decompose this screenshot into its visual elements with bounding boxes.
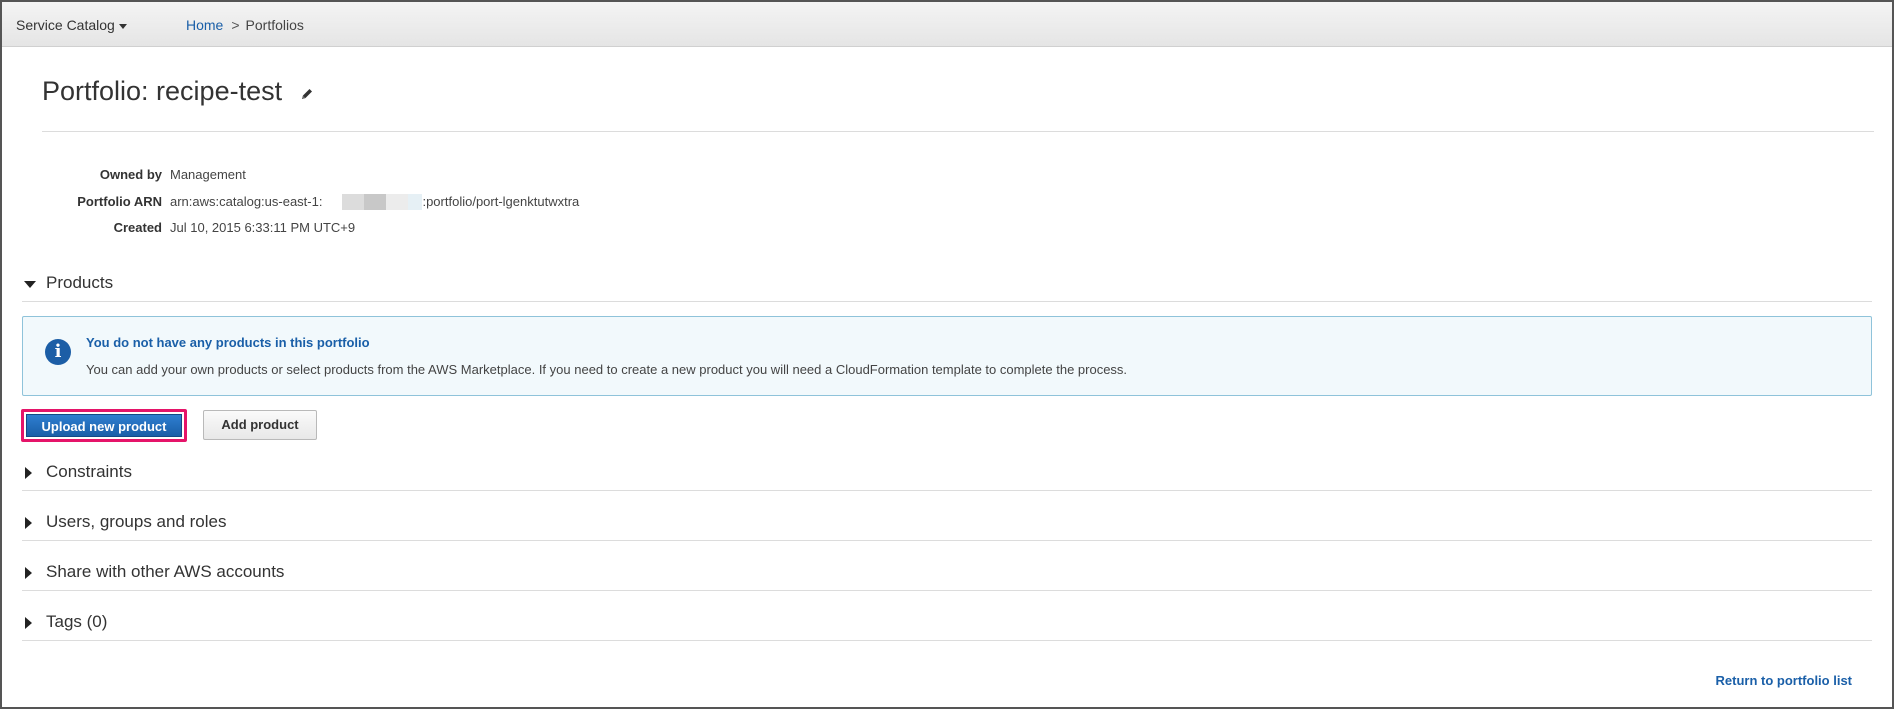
page-title: Portfolio: recipe-test [42,76,283,106]
add-product-button[interactable]: Add product [203,410,317,440]
tags-section-header[interactable]: Tags (0) [22,606,1872,641]
triangle-right-icon [25,567,32,579]
products-section-header[interactable]: Products [22,267,1872,302]
users-section-header[interactable]: Users, groups and roles [22,506,1872,541]
caret-down-icon [118,23,127,29]
detail-label: Portfolio ARN [77,193,162,209]
section-label: Products [46,273,114,292]
info-title: You do not have any products in this por… [86,335,370,350]
return-to-portfolio-list-link[interactable]: Return to portfolio list [1716,673,1852,688]
detail-value: Jul 10, 2015 6:33:11 PM UTC+9 [170,220,356,235]
redacted-block [408,194,423,211]
breadcrumb-home-link[interactable]: Home [186,17,223,33]
title-divider [42,131,1874,132]
upload-new-product-button[interactable]: Upload new product [21,409,187,442]
share-section-header[interactable]: Share with other AWS accounts [22,556,1872,591]
detail-label: Owned by [99,167,162,182]
redacted-block [386,194,409,211]
triangle-right-icon [25,617,32,629]
section-label: Share with other AWS accounts [46,562,285,581]
info-alert: i You do not have any products in this p… [22,316,1872,396]
redacted-block [342,194,365,211]
breadcrumb: Home > Portfolios [186,17,304,33]
redacted-account-id [322,194,342,210]
page-title-row: Portfolio: recipe-test [42,76,314,108]
arn-prefix: arn:aws:catalog:us-east-1: [170,193,323,209]
constraints-section-header[interactable]: Constraints [22,456,1872,491]
detail-value: Management [170,167,246,182]
section-label: Tags (0) [46,612,108,631]
triangle-right-icon [25,517,32,529]
detail-value-arn: arn:aws:catalog:us-east-1: :portfolio/por… [170,194,579,211]
breadcrumb-separator: > [231,17,240,33]
section-label: Constraints [46,462,132,481]
upload-button-label: Upload new product [26,414,182,437]
triangle-down-icon [24,281,36,288]
arn-suffix: :portfolio/port-lgenktutwxtra [422,193,580,209]
detail-label: Created [113,220,162,235]
info-body: You can add your own products or select … [86,362,1128,377]
section-label: Users, groups and roles [46,512,227,531]
pencil-edit-icon[interactable] [300,77,314,108]
top-bar: Service Catalog Home > Portfolios [2,2,1892,47]
info-icon: i [45,339,71,365]
service-menu-label: Service Catalog [16,17,115,33]
service-catalog-menu[interactable]: Service Catalog [16,17,127,33]
breadcrumb-current: Portfolios [245,17,304,33]
app-frame: Service Catalog Home > Portfolios Portfoli… [0,0,1894,709]
redacted-block [364,194,387,211]
triangle-right-icon [25,467,32,479]
